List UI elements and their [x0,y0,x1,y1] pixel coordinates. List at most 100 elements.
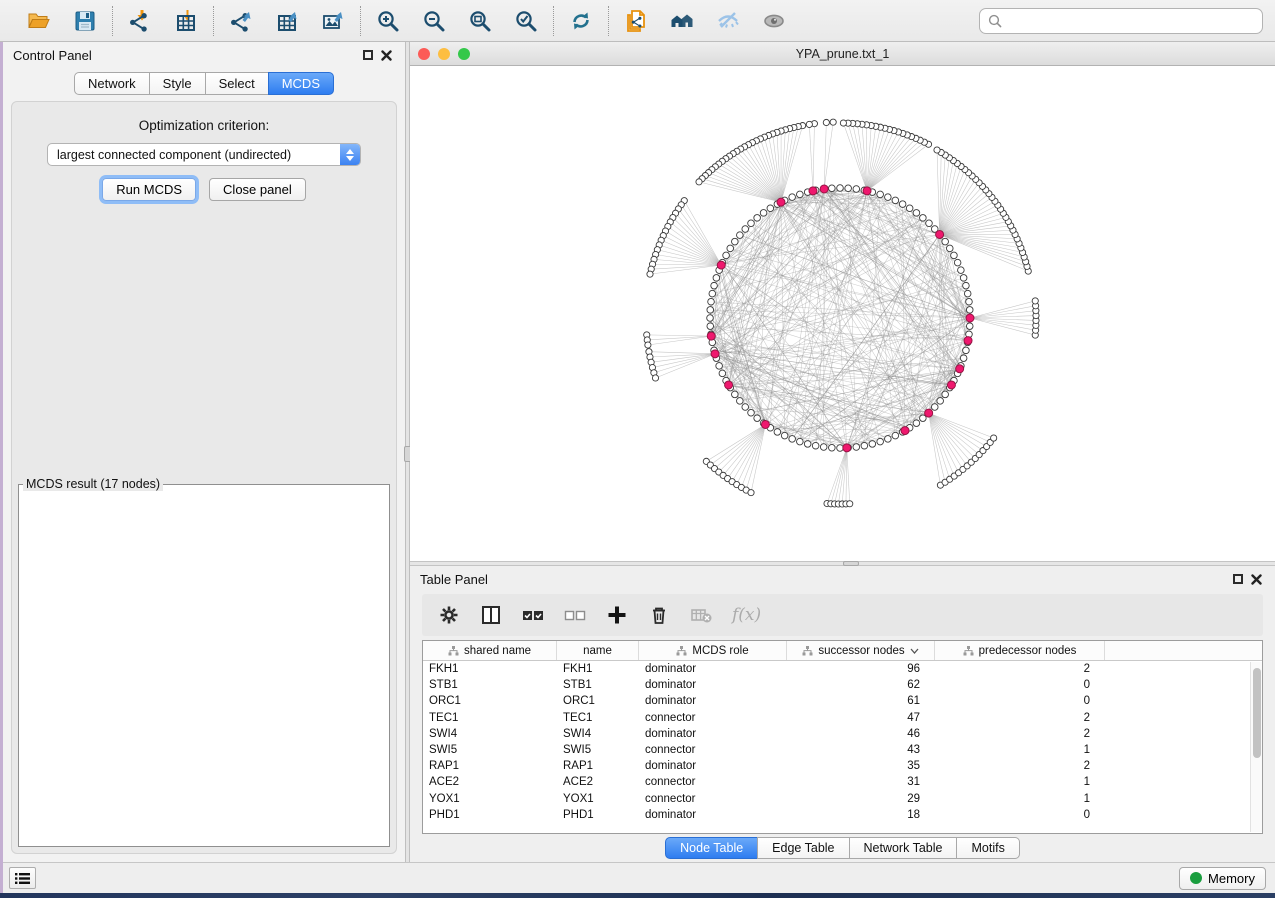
ring-node[interactable] [906,205,913,212]
ring-node[interactable] [966,323,973,330]
fan-node[interactable] [1032,298,1038,304]
fan-node[interactable] [840,120,846,126]
ring-node[interactable] [737,232,744,239]
ring-node[interactable] [716,363,723,370]
ring-node[interactable] [966,307,973,314]
ring-node[interactable] [719,370,726,377]
column-header-predecessor-nodes[interactable]: predecessor nodes [935,641,1105,660]
ring-node[interactable] [931,404,938,411]
column-header-successor-nodes[interactable]: successor nodes [787,641,935,660]
ring-node[interactable] [853,444,860,451]
table-row[interactable]: ORC1ORC1dominator610 [423,693,1262,709]
zoom-selected-button[interactable] [511,6,541,36]
ring-node[interactable] [737,398,744,405]
table-row[interactable]: SWI5SWI5connector431 [423,742,1262,758]
ring-node[interactable] [964,290,971,297]
save-session-button[interactable] [70,6,100,36]
ring-node[interactable] [723,252,730,259]
table-row[interactable]: FKH1FKH1dominator962 [423,661,1262,677]
export-network-button[interactable] [226,6,256,36]
fan-node[interactable] [830,119,836,125]
memory-button[interactable]: Memory [1179,867,1266,890]
ring-node[interactable] [797,438,804,445]
mcds-node[interactable] [725,381,733,389]
network-canvas[interactable] [410,66,1275,561]
ring-node[interactable] [707,315,714,322]
mcds-node[interactable] [707,332,715,340]
import-table-file-button[interactable] [171,6,201,36]
mcds-node[interactable] [761,420,769,428]
ring-node[interactable] [829,444,836,451]
ring-node[interactable] [789,194,796,201]
table-row[interactable]: YOX1YOX1connector291 [423,791,1262,807]
ring-node[interactable] [869,441,876,448]
ring-node[interactable] [711,282,718,289]
horizontal-splitter[interactable] [410,561,1275,566]
tab-motifs[interactable]: Motifs [956,837,1019,859]
mcds-node[interactable] [936,230,944,238]
add-column-button[interactable] [606,601,628,629]
fan-node[interactable] [696,179,702,185]
ring-node[interactable] [892,197,899,204]
ring-node[interactable] [742,404,749,411]
ring-node[interactable] [877,191,884,198]
zoom-fit-button[interactable] [465,6,495,36]
ring-node[interactable] [920,215,927,222]
ring-node[interactable] [708,298,715,305]
splitter-grip[interactable] [843,561,859,566]
mcds-node[interactable] [809,187,817,195]
table-row[interactable]: ACE2ACE2connector311 [423,774,1262,790]
ring-node[interactable] [837,185,844,192]
fan-node[interactable] [991,435,997,441]
mcds-node[interactable] [947,381,955,389]
ring-node[interactable] [789,436,796,443]
table-settings-button[interactable] [438,601,460,629]
ring-node[interactable] [797,191,804,198]
ring-node[interactable] [946,245,953,252]
first-neighbors-button[interactable] [667,6,697,36]
close-mcds-panel-button[interactable]: Close panel [209,178,306,201]
ring-node[interactable] [707,307,714,314]
ring-node[interactable] [748,409,755,416]
ring-node[interactable] [853,186,860,193]
ring-node[interactable] [960,275,967,282]
tab-style[interactable]: Style [149,72,206,95]
tab-network[interactable]: Network [74,72,150,95]
hide-selected-button[interactable] [713,6,743,36]
duplicate-network-button[interactable] [621,6,651,36]
search-box[interactable] [979,8,1263,34]
select-all-button[interactable] [522,601,544,629]
ring-node[interactable] [899,201,906,208]
export-table-button[interactable] [272,6,302,36]
fan-node[interactable] [647,271,653,277]
float-table-panel-button[interactable] [1229,570,1247,588]
column-header-shared-name[interactable]: shared name [423,641,557,660]
mcds-node[interactable] [863,187,871,195]
zoom-out-button[interactable] [419,6,449,36]
ring-node[interactable] [942,238,949,245]
ring-node[interactable] [861,442,868,449]
refresh-network-view-button[interactable] [566,6,596,36]
ring-node[interactable] [913,420,920,427]
column-header-name[interactable]: name [557,641,639,660]
ring-node[interactable] [760,210,767,217]
fan-node[interactable] [652,375,658,381]
ring-node[interactable] [754,415,761,422]
ring-node[interactable] [845,185,852,192]
mcds-node[interactable] [925,409,933,417]
scrollbar-thumb[interactable] [1253,668,1261,758]
ring-node[interactable] [913,210,920,217]
ring-node[interactable] [742,226,749,233]
delete-column-button[interactable] [648,601,670,629]
mcds-node[interactable] [777,198,785,206]
export-image-button[interactable] [318,6,348,36]
tab-network-table[interactable]: Network Table [849,837,958,859]
tab-select[interactable]: Select [205,72,269,95]
ring-node[interactable] [732,238,739,245]
close-panel-button[interactable] [377,46,395,64]
close-table-panel-button[interactable] [1247,570,1265,588]
search-input[interactable] [1008,13,1254,28]
ring-node[interactable] [713,275,720,282]
mcds-node[interactable] [956,365,964,373]
table-scrollbar[interactable] [1250,662,1262,832]
